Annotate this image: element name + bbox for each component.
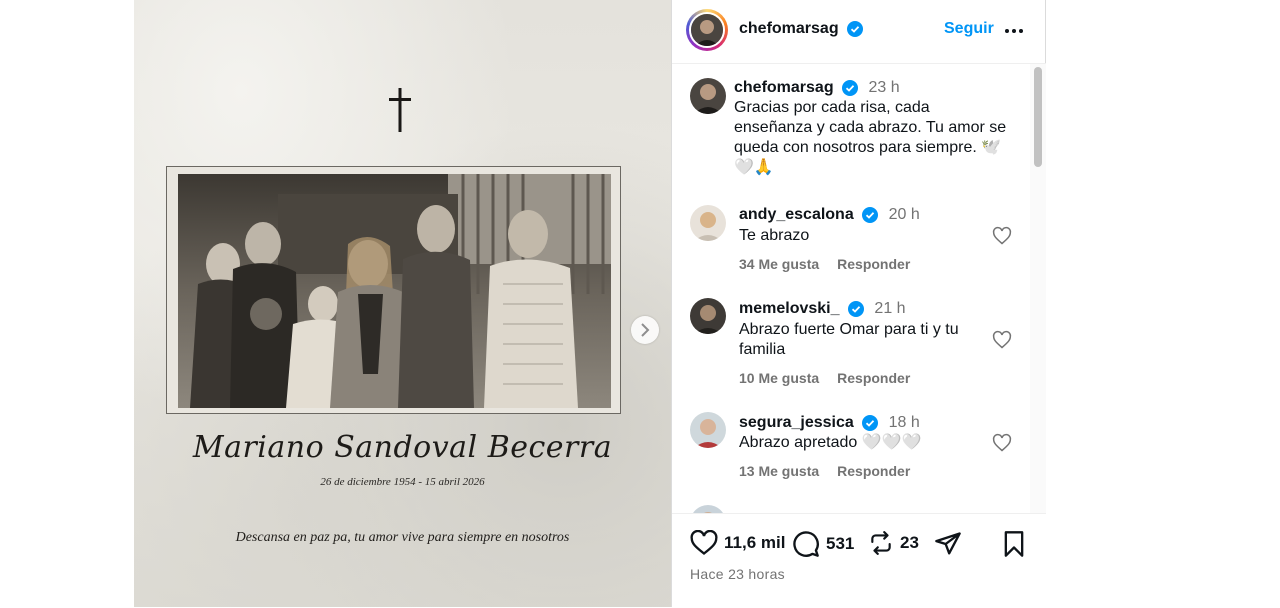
comment-time: 20 h xyxy=(888,206,920,223)
post-time: Hace 23 horas xyxy=(690,566,785,582)
scrollbar-thumb[interactable] xyxy=(1034,67,1042,167)
comment-likes[interactable]: 34 Me gusta xyxy=(739,256,819,272)
comment-line: Abrazo apretado 🤍🤍🤍 xyxy=(739,434,922,451)
memorial-epitaph: Descansa en paz pa, tu amor vive para si… xyxy=(235,530,570,545)
verified-badge-icon xyxy=(842,79,859,96)
caption-line: Gracias por cada risa, cada xyxy=(734,99,930,116)
post-panel: chefomarsag Seguir chefomarsag 23 h Grac… xyxy=(671,0,1046,608)
comments-list[interactable]: chefomarsag 23 h Gracias por cada risa, … xyxy=(672,64,1030,513)
comment-meta: 34 Me gusta Responder xyxy=(739,256,928,272)
caption-username[interactable]: chefomarsag xyxy=(734,79,834,96)
comment-time: 18 h xyxy=(888,414,920,431)
comment-username[interactable]: segura_jessica xyxy=(739,414,854,431)
caption-text: Gracias por cada risa, cada enseñanza y … xyxy=(734,98,1006,178)
caption-line: 🤍🙏 xyxy=(734,159,774,176)
header-username[interactable]: chefomarsag xyxy=(739,20,839,37)
comment-meta: 10 Me gusta Responder xyxy=(739,370,928,386)
like-count[interactable]: 11,6 mil xyxy=(724,533,785,553)
verified-badge-icon xyxy=(847,20,864,37)
post-header: chefomarsag Seguir xyxy=(672,0,1046,64)
verified-badge-icon xyxy=(862,206,879,223)
comment-line: Te abrazo xyxy=(739,227,810,244)
comment-text: Te abrazo xyxy=(739,226,809,246)
comment-avatar[interactable] xyxy=(690,505,726,513)
comment-line: Abrazo fuerte Omar para ti y tu xyxy=(739,321,959,338)
caption-line: queda con nosotros para siempre. 🕊️ xyxy=(734,139,1002,156)
share-icon[interactable] xyxy=(934,530,962,558)
repost-icon[interactable] xyxy=(868,530,894,556)
comment-username[interactable]: memelovski_ xyxy=(739,300,840,317)
comment-meta: 13 Me gusta Responder xyxy=(739,463,928,479)
comment-username-row: segura_jessica 18 h xyxy=(739,414,920,432)
post-image: Mariano Sandoval Becerra 26 de diciembre… xyxy=(134,0,671,607)
verified-badge-icon xyxy=(847,300,864,317)
comment-avatar[interactable] xyxy=(690,298,726,334)
comment-heart-icon[interactable] xyxy=(992,330,1012,350)
follow-button[interactable]: Seguir xyxy=(944,20,994,38)
family-photo xyxy=(178,174,611,408)
comment-line: familia xyxy=(739,341,786,358)
comment-likes[interactable]: 13 Me gusta xyxy=(739,463,819,479)
more-options-icon[interactable] xyxy=(1004,28,1024,34)
next-image-button[interactable] xyxy=(631,316,659,344)
comment-heart-icon[interactable] xyxy=(992,433,1012,453)
verified-badge-icon xyxy=(862,414,879,431)
comment-text: Abrazo fuerte Omar para ti y tu familia xyxy=(739,320,959,360)
actions-bar: 11,6 mil 531 23 Hace 23 horas xyxy=(672,513,1046,608)
caption-time: 23 h xyxy=(868,79,900,96)
chevron-right-icon xyxy=(641,323,650,337)
caption-username-row: chefomarsag 23 h xyxy=(734,79,900,97)
comment-username[interactable]: andy_escalona xyxy=(739,206,854,223)
reply-button[interactable]: Responder xyxy=(837,463,910,479)
comment-username-row: andy_escalona 20 h xyxy=(739,206,920,224)
repost-count[interactable]: 23 xyxy=(900,533,919,553)
reply-button[interactable]: Responder xyxy=(837,256,910,272)
caption-avatar[interactable] xyxy=(690,78,726,114)
header-username-row[interactable]: chefomarsag xyxy=(739,20,864,38)
comment-heart-icon[interactable] xyxy=(992,226,1012,246)
bookmark-icon[interactable] xyxy=(1002,530,1026,558)
heart-icon[interactable] xyxy=(690,530,718,556)
comment-text: Abrazo apretado 🤍🤍🤍 xyxy=(739,433,922,453)
memorial-name: Mariano Sandoval Becerra xyxy=(192,430,613,465)
repost-action[interactable]: 23 xyxy=(868,530,919,556)
comments-scrollbar[interactable] xyxy=(1030,64,1046,513)
cross-icon xyxy=(389,88,411,132)
like-action[interactable]: 11,6 mil xyxy=(690,530,785,556)
comment-action[interactable]: 531 xyxy=(792,530,854,558)
comment-time: 21 h xyxy=(874,300,906,317)
comment-likes[interactable]: 10 Me gusta xyxy=(739,370,819,386)
memorial-dates: 26 de diciembre 1954 - 15 abril 2026 xyxy=(320,476,485,488)
caption-line: enseñanza y cada abrazo. Tu amor se xyxy=(734,119,1007,136)
reply-button[interactable]: Responder xyxy=(837,370,910,386)
story-ring[interactable] xyxy=(686,9,728,51)
comment-icon[interactable] xyxy=(792,530,820,558)
avatar[interactable] xyxy=(689,12,725,48)
family-photo-frame xyxy=(166,166,621,414)
comment-avatar[interactable] xyxy=(690,205,726,241)
comment-count[interactable]: 531 xyxy=(826,534,854,554)
comment-username-row: memelovski_ 21 h xyxy=(739,300,906,318)
comment-avatar[interactable] xyxy=(690,412,726,448)
